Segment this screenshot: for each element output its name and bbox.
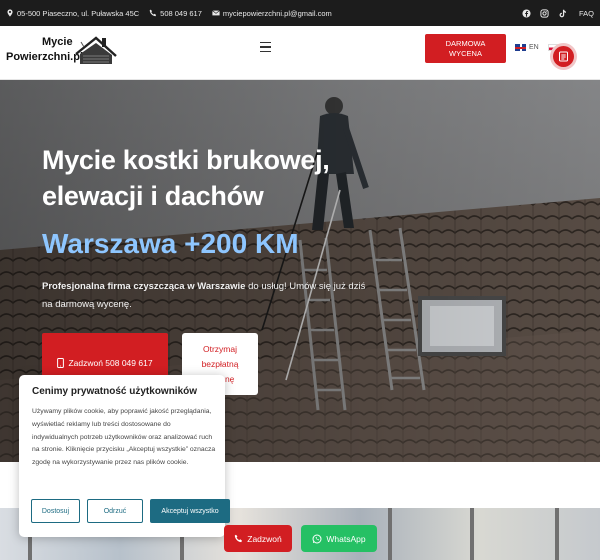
facebook-icon[interactable] [522, 8, 531, 18]
location-pin-icon [7, 9, 13, 17]
hero-title-line-1: Mycie kostki brukowej, [42, 145, 330, 175]
list-icon [559, 51, 568, 62]
tiktok-icon[interactable] [558, 9, 567, 18]
hero-title: Mycie kostki brukowej, elewacji i dachów [42, 142, 382, 214]
address-text: 05-500 Piaseczno, ul. Puławska 45C [17, 8, 140, 18]
quote-line-1: Otrzymaj [203, 344, 237, 354]
hero-subtitle: Warszawa +200 KM [42, 228, 299, 259]
language-switcher: EN [515, 44, 559, 51]
site-logo[interactable]: Mycie Powierzchni.pl [6, 33, 118, 71]
hero-title-line-2: elewacji i dachów [42, 181, 264, 211]
quote-line-2: bezpłatną [201, 359, 239, 369]
gallery-post [388, 508, 392, 560]
free-quote-line-2: WYCENA [449, 49, 482, 58]
floating-whatsapp-label: WhatsApp [326, 533, 366, 544]
hero-description: Profesjonalna firma czyszcząca w Warszaw… [42, 278, 372, 314]
phone-icon [149, 9, 157, 17]
faq-link[interactable]: FAQ [579, 9, 594, 18]
uk-flag-icon[interactable] [515, 44, 526, 51]
whatsapp-icon [312, 534, 322, 543]
gallery-post [555, 508, 559, 560]
lang-en-label[interactable]: EN [529, 44, 539, 51]
cookie-accept-all-button[interactable]: Akceptuj wszystko [150, 499, 230, 523]
floating-whatsapp-button[interactable]: WhatsApp [301, 525, 377, 552]
phone-item[interactable]: 508 049 617 [149, 9, 202, 18]
floating-call-button[interactable]: Zadzwoń [224, 525, 292, 552]
instagram-icon[interactable] [540, 8, 549, 18]
logo-line-2: Powierzchni.pl [6, 51, 84, 63]
mobile-phone-icon [57, 358, 65, 368]
gallery-post [470, 508, 474, 560]
roof-house-icon [75, 36, 117, 64]
cookie-title: Cenimy prywatność użytkowników [32, 386, 198, 397]
address-item[interactable]: 05-500 Piaseczno, ul. Puławska 45C [6, 9, 139, 18]
free-quote-button[interactable]: DARMOWA WYCENA [425, 34, 506, 63]
logo-line-1: Mycie [42, 36, 73, 48]
hamburger-menu-icon[interactable] [260, 42, 271, 53]
call-button-label: Zadzwoń 508 049 617 [68, 358, 153, 368]
envelope-icon [212, 10, 220, 16]
cookie-reject-button[interactable]: Odrzuć [87, 499, 143, 523]
email-text: myciepowierzchni.pl@gmail.com [222, 8, 332, 18]
floating-call-label: Zadzwoń [247, 533, 282, 544]
phone-text: 508 049 617 [160, 8, 202, 18]
cookie-body: Używamy plików cookie, aby poprawić jako… [32, 408, 216, 467]
burger-line [260, 46, 271, 48]
burger-line [260, 50, 271, 53]
site-header: Mycie Powierzchni.pl DARMOWA WYCENA EN [0, 26, 600, 80]
burger-line [260, 42, 271, 44]
cookie-consent-dialog: Cenimy prywatność użytkowników Używamy p… [19, 375, 230, 537]
free-quote-line-1: DARMOWA [445, 39, 486, 48]
phone-icon [235, 534, 243, 543]
cookie-customize-button[interactable]: Dostosuj [31, 499, 80, 523]
top-bar: 05-500 Piaseczno, ul. Puławska 45C 508 0… [0, 0, 600, 26]
hero-description-bold: Profesjonalna firma czyszcząca w Warszaw… [42, 281, 246, 292]
floating-menu-button[interactable] [553, 46, 574, 67]
email-item[interactable]: myciepowierzchni.pl@gmail.com [212, 9, 332, 18]
